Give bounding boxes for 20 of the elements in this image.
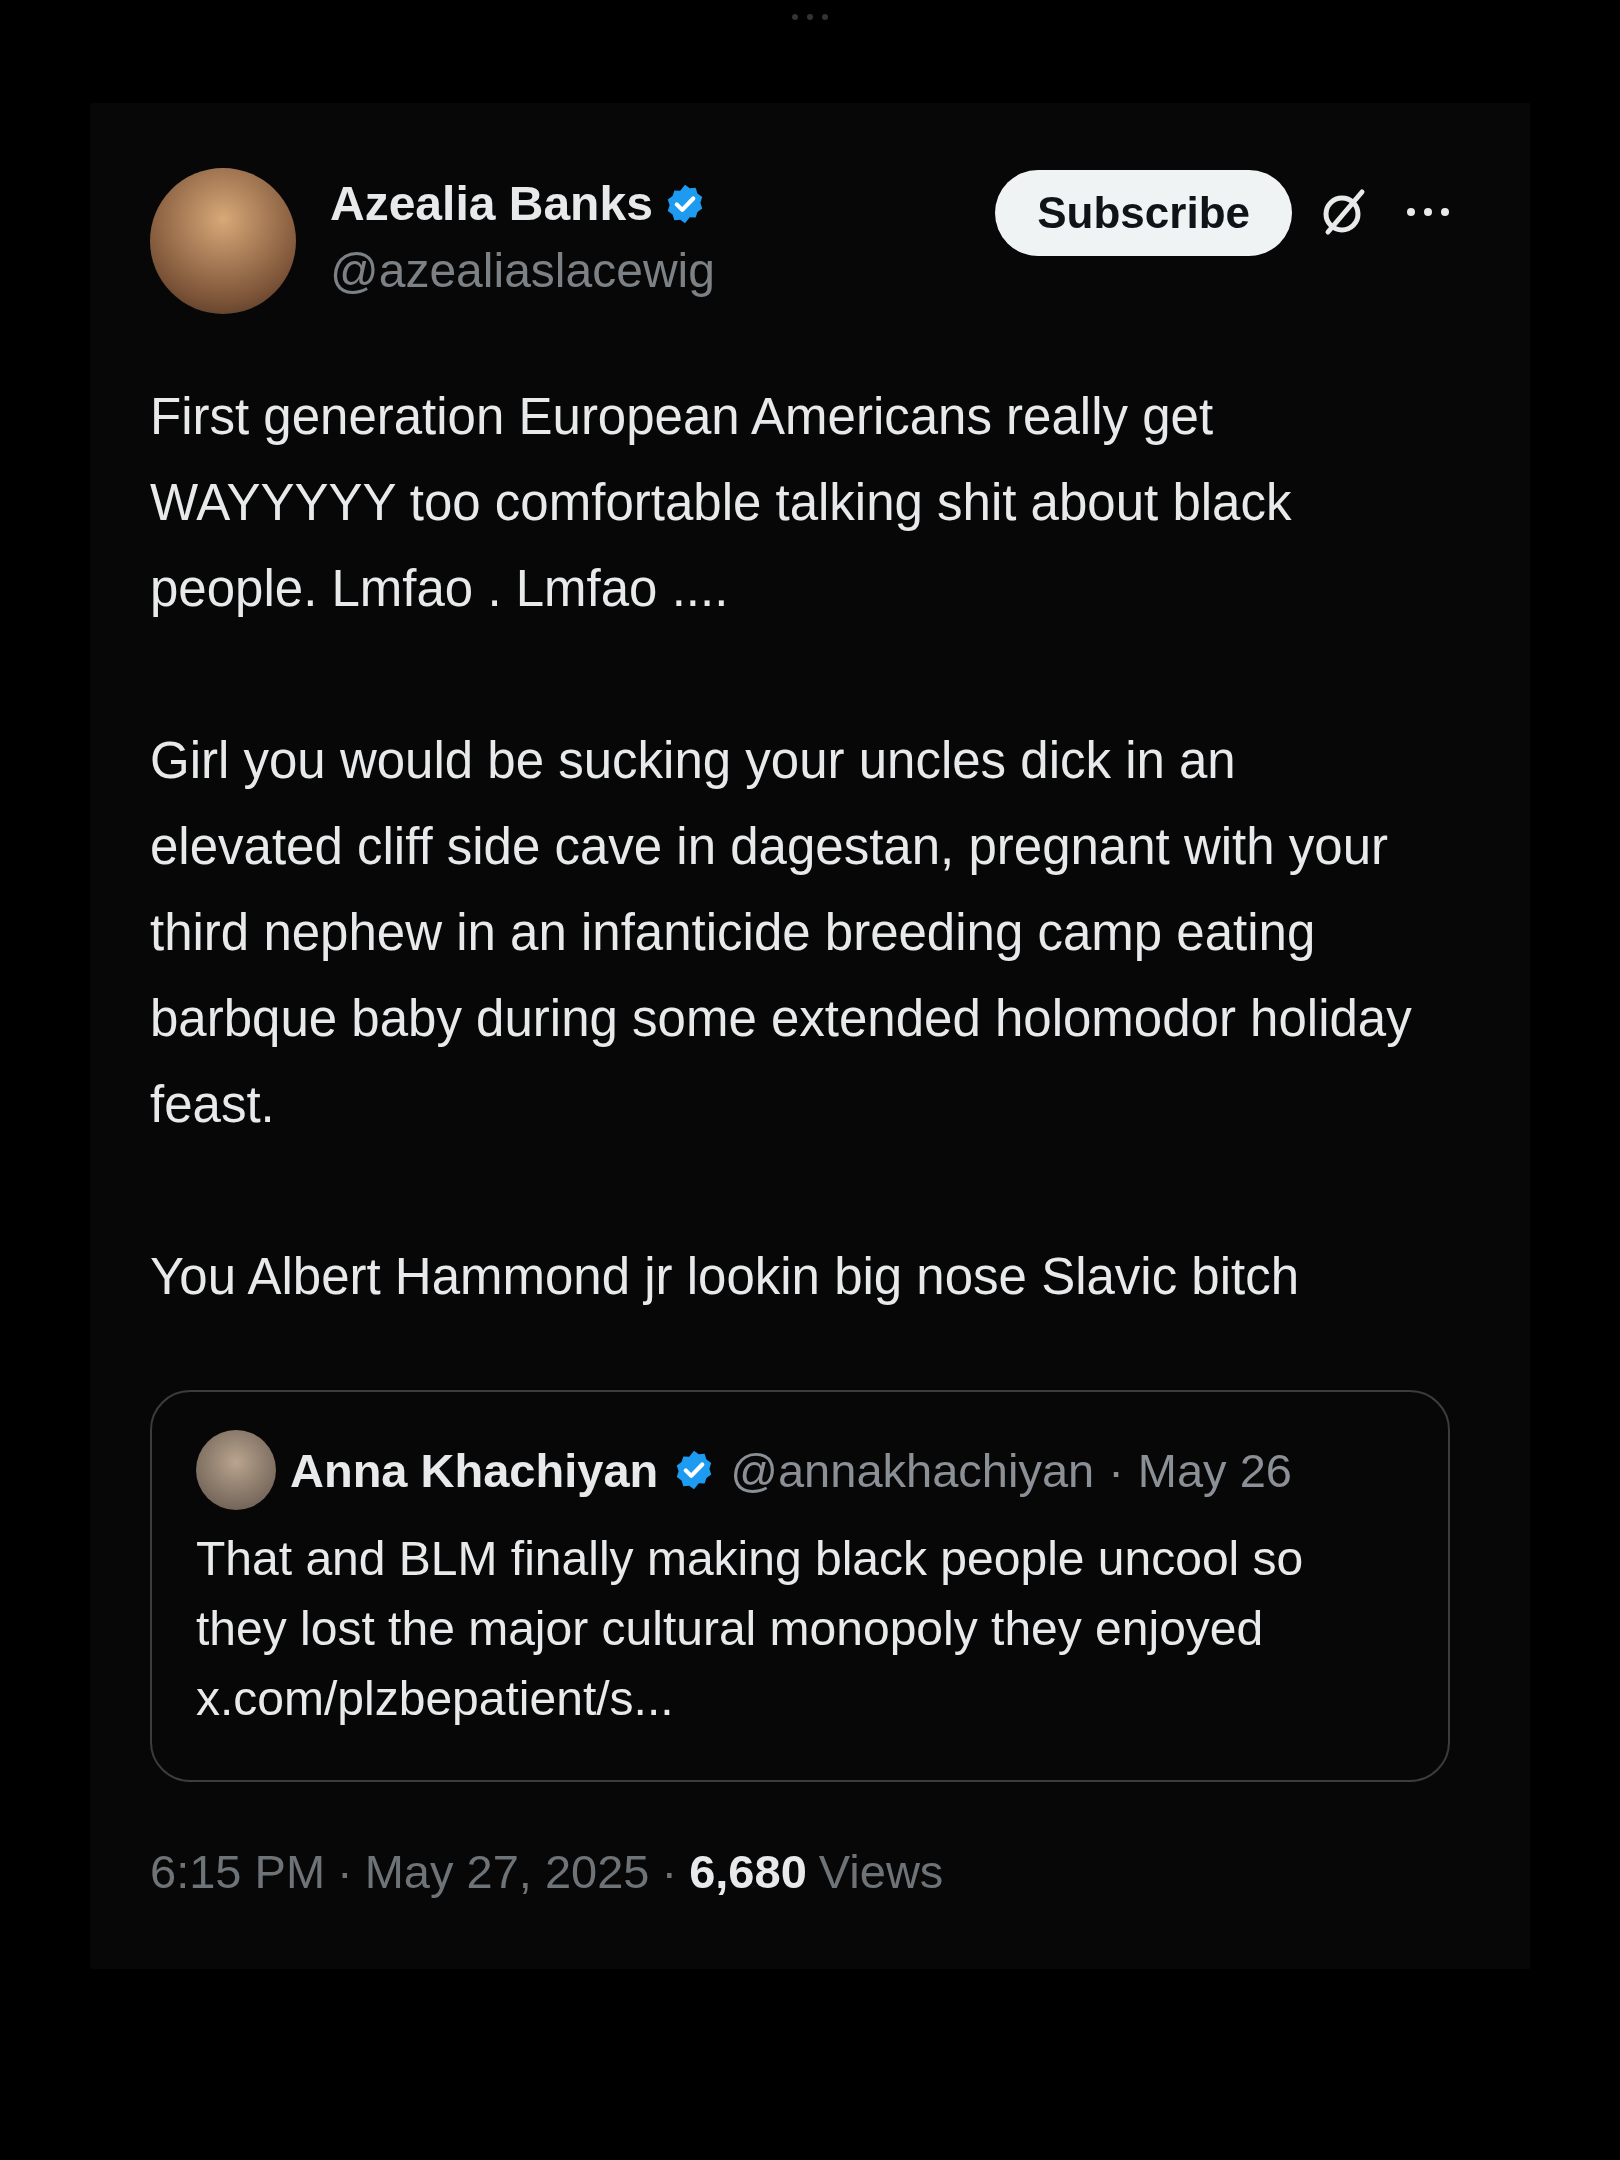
subscribe-button[interactable]: Subscribe: [995, 170, 1292, 256]
separator: ·: [1108, 1442, 1124, 1498]
separator: ·: [661, 1844, 678, 1899]
tweet-text: First generation European Americans really get WAYYYYY too comfortable talking shit about black people. Lmfao . Lmfao ....: [150, 387, 1293, 619]
author-name[interactable]: Azealia Banks: [330, 176, 653, 231]
author-name: Anna Khachiyan: [290, 1442, 659, 1498]
views-count: 6,680: [689, 1844, 807, 1899]
post-date: May 27, 2025: [364, 1844, 650, 1899]
author-handle[interactable]: @azealiaslacewig: [330, 243, 996, 298]
more-icon: [790, 12, 830, 22]
quoted-tweet-card[interactable]: Anna Khachiyan @annakhachiyan · May 26 That and BLM finally making black people uncool so they lost the major cultural monopoly they enjoyed x.com/plzbepatient/s...: [150, 1390, 1450, 1782]
more-icon[interactable]: [1406, 207, 1450, 217]
post-date: May 26: [1137, 1442, 1292, 1498]
post-time: 6:15 PM: [150, 1844, 326, 1899]
tweet-text: You Albert Hammond jr lookin big nose Slavic bitch: [150, 1247, 1301, 1307]
views-label: Views: [818, 1844, 944, 1899]
quoted-tweet-text: That and BLM finally making black people uncool so they lost the major cultural monopoly they enjoyed x.com/plzbepatient/s...: [196, 1531, 1305, 1727]
author-handle: @annakhachiyan: [730, 1442, 1095, 1498]
tweet-text: Girl you would be sucking your uncles dick in an elevated cliff side cave in dagestan, pregnant with your third nephew in an infanticide breeding camp eating barbque baby during some extended holomodor holiday feast.: [150, 731, 1413, 1135]
separator: ·: [337, 1844, 353, 1899]
